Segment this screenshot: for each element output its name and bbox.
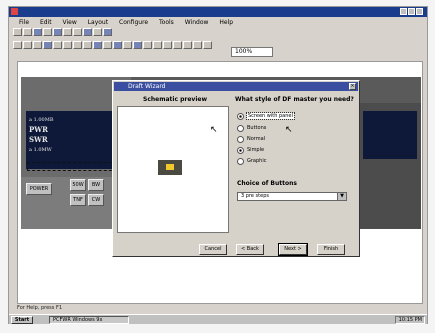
selection-outline <box>27 162 117 171</box>
system-clock: 10:15 PM <box>395 316 425 324</box>
title-bar <box>9 7 427 17</box>
mouse-pointer-icon: ↖ <box>210 125 218 135</box>
tool-button-18[interactable] <box>183 41 192 49</box>
power-button[interactable]: POWER <box>26 183 52 195</box>
menu-bar: File Edit View Layout Configure Tools Wi… <box>9 18 427 27</box>
radio-option-3[interactable] <box>237 136 244 143</box>
menu-file[interactable]: File <box>19 19 29 26</box>
dialog-close-button[interactable]: × <box>349 83 356 90</box>
radio-option-2-label: Buttons <box>247 125 267 131</box>
radio-option-5-label: Graphic <box>247 158 267 164</box>
back-button[interactable]: < Back <box>236 244 264 255</box>
zoom-combobox[interactable]: 100% <box>231 47 273 57</box>
menu-tools[interactable]: Tools <box>159 19 174 26</box>
app-icon <box>11 8 18 15</box>
radio-option-4[interactable] <box>237 147 244 154</box>
style-radio-group: Screen with panel Buttons Normal Simple … <box>237 112 347 171</box>
paste-button[interactable] <box>63 28 72 36</box>
buttons-select[interactable]: 3 pre steps ▼ <box>237 192 347 201</box>
wizard-dialog: Draft Wizard × Schematic preview ↖ What … <box>112 80 360 257</box>
tool-button-5[interactable] <box>53 41 62 49</box>
tool-button-16[interactable] <box>163 41 172 49</box>
application-window: File Edit View Layout Configure Tools Wi… <box>8 6 428 324</box>
device-button-a[interactable]: 50W <box>70 179 86 191</box>
undo-button[interactable] <box>73 28 82 36</box>
cancel-button[interactable]: Cancel <box>199 244 227 255</box>
grid-button[interactable] <box>103 28 112 36</box>
start-button[interactable]: Start <box>11 316 33 324</box>
taskbar-item[interactable]: PCFWR Windows 9x <box>49 316 129 324</box>
preview-image-highlight <box>166 164 174 170</box>
tool-button-15[interactable] <box>153 41 162 49</box>
tool-button-6[interactable] <box>63 41 72 49</box>
standard-toolbar <box>13 28 163 38</box>
radio-option-1[interactable] <box>237 113 244 120</box>
menu-configure[interactable]: Configure <box>119 19 148 26</box>
tool-button-11[interactable] <box>113 41 122 49</box>
preview-pane: ↖ <box>117 106 229 233</box>
chevron-down-icon[interactable]: ▼ <box>337 193 346 200</box>
radio-option-2[interactable] <box>237 125 244 132</box>
device-button-c[interactable]: BW <box>88 179 104 191</box>
zoom-value: 100% <box>235 48 253 55</box>
style-question: What style of DF master you need? <box>235 96 354 103</box>
lcd-line-3: SWR <box>29 135 48 144</box>
select-value: 3 pre steps <box>241 193 269 199</box>
finish-button[interactable]: Finish <box>317 244 345 255</box>
tool-button-14[interactable] <box>143 41 152 49</box>
tool-button-17[interactable] <box>173 41 182 49</box>
device-button-d[interactable]: CW <box>88 194 104 206</box>
device-button-b[interactable]: TNF <box>70 194 86 206</box>
lcd-line-2: PWR <box>29 125 48 134</box>
tool-button-8[interactable] <box>83 41 92 49</box>
menu-view[interactable]: View <box>63 19 77 26</box>
tool-button-1[interactable] <box>13 41 22 49</box>
menu-window[interactable]: Window <box>185 19 209 26</box>
minimize-button[interactable] <box>400 8 407 15</box>
menu-layout[interactable]: Layout <box>88 19 108 26</box>
tool-button-7[interactable] <box>73 41 82 49</box>
dialog-title-bar: Draft Wizard × <box>114 82 358 91</box>
tool-button-20[interactable] <box>203 41 212 49</box>
tool-button-2[interactable] <box>23 41 32 49</box>
tool-button-19[interactable] <box>193 41 202 49</box>
preview-label: Schematic preview <box>143 96 207 103</box>
menu-edit[interactable]: Edit <box>40 19 52 26</box>
dialog-title: Draft Wizard <box>128 83 166 90</box>
tool-button-3[interactable] <box>33 41 42 49</box>
lcd-line-4: a 1.0MW <box>29 147 52 153</box>
new-button[interactable] <box>13 28 22 36</box>
maximize-button[interactable] <box>408 8 415 15</box>
open-button[interactable] <box>23 28 32 36</box>
radio-option-5[interactable] <box>237 158 244 165</box>
radio-option-4-label: Simple <box>247 147 265 153</box>
lcd-line-1: a 1.00MB <box>29 117 54 123</box>
drawing-toolbar <box>13 41 233 51</box>
save-button[interactable] <box>33 28 42 36</box>
tool-button-10[interactable] <box>103 41 112 49</box>
help-button[interactable] <box>93 28 102 36</box>
cut-button[interactable] <box>43 28 52 36</box>
menu-help[interactable]: Help <box>219 19 233 26</box>
window-controls <box>399 8 425 16</box>
select-label: Choice of Buttons <box>237 180 297 187</box>
status-bar: For Help, press F1 <box>17 305 63 311</box>
close-button[interactable] <box>416 8 423 15</box>
tool-button-4[interactable] <box>43 41 52 49</box>
tool-button-12[interactable] <box>123 41 132 49</box>
taskbar: Start PCFWR Windows 9x 10:15 PM <box>9 314 427 324</box>
right-display <box>363 111 417 159</box>
print-button[interactable] <box>83 28 92 36</box>
radio-option-1-label: Screen with panel <box>246 112 295 120</box>
tool-button-13[interactable] <box>133 41 142 49</box>
copy-button[interactable] <box>53 28 62 36</box>
next-button[interactable]: Next > <box>278 243 308 256</box>
device-display: a 1.00MB PWR SWR a 1.0MW <box>26 111 114 169</box>
text-cursor-icon: ↖ <box>285 125 293 135</box>
radio-option-3-label: Normal <box>247 136 266 142</box>
tool-button-9[interactable] <box>93 41 102 49</box>
